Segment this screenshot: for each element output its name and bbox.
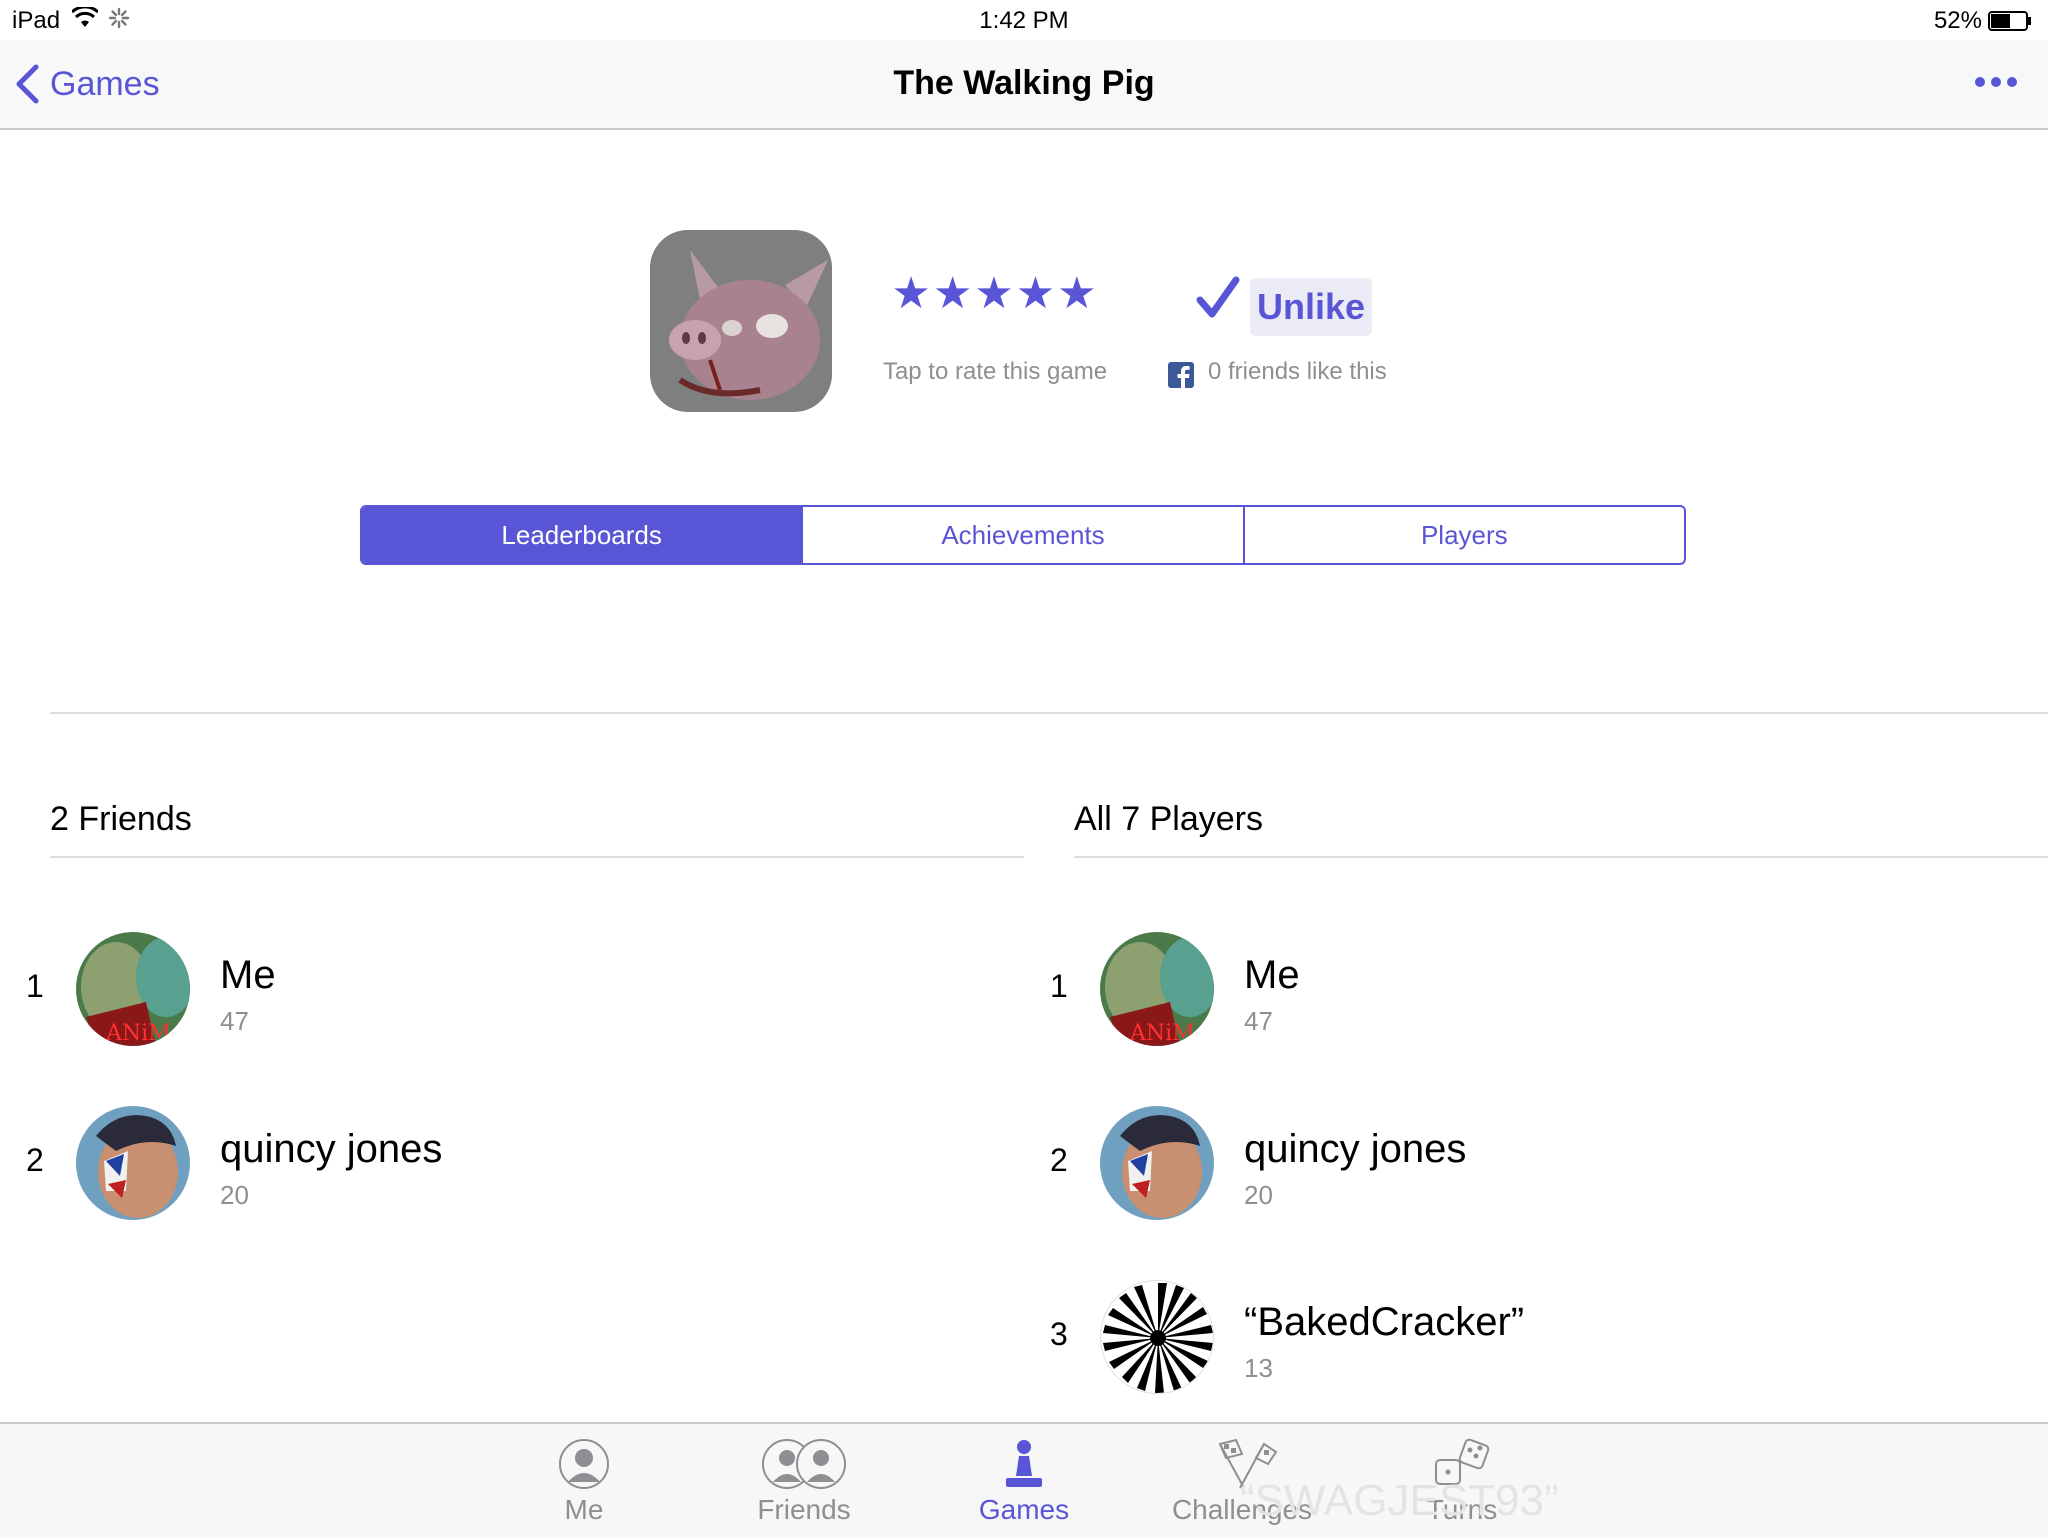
battery-icon: [1988, 11, 2031, 31]
rank-number: 1: [26, 968, 44, 1004]
status-bar: iPad 1:42 PM 52%: [0, 0, 2048, 40]
tab-label: Games: [978, 1494, 1070, 1525]
player-name: Me: [1244, 953, 1300, 997]
avatar[interactable]: [1100, 1106, 1214, 1220]
battery-percent: 52%: [1933, 7, 1982, 34]
rank-number: 1: [1050, 968, 1068, 1004]
friends-like-count: 0 friends like this: [1208, 358, 1387, 385]
segment-achievements[interactable]: Achievements: [801, 507, 1242, 563]
game-icon: [650, 230, 832, 412]
tab-friends[interactable]: Friends: [714, 1438, 894, 1526]
svg-text:ANiM: ANiM: [105, 1021, 171, 1046]
segment-leaderboards[interactable]: Leaderboards: [362, 507, 802, 563]
rate-hint-label: Tap to rate this game: [882, 358, 1108, 385]
segment-players[interactable]: Players: [1242, 507, 1684, 563]
rank-number: 3: [1050, 1316, 1068, 1352]
tab-label: Me: [564, 1494, 604, 1525]
status-time: 1:42 PM: [979, 7, 1069, 34]
avatar[interactable]: ANiM: [76, 932, 190, 1046]
rank-number: 2: [26, 1142, 44, 1178]
person-icon: [559, 1439, 609, 1489]
player-name: quincy jones: [1244, 1127, 1467, 1171]
player-name: Me: [220, 953, 276, 997]
friends-header-divider: [50, 856, 1024, 858]
svg-text:ANiM: ANiM: [1129, 1021, 1195, 1046]
section-segmented-control: Leaderboards Achievements Players: [360, 505, 1686, 565]
section-divider: [50, 712, 2048, 714]
all-players-leaderboard-title: All 7 Players: [1074, 800, 1263, 838]
player-score: 20: [220, 1180, 249, 1210]
avatar[interactable]: ANiM: [1100, 932, 1214, 1046]
rating-stars[interactable]: ★★★★★: [870, 268, 1120, 319]
friends-icon: [762, 1439, 846, 1489]
friends-leaderboard-title: 2 Friends: [50, 800, 192, 838]
checkmark-icon: [1196, 276, 1240, 318]
avatar[interactable]: [76, 1106, 190, 1220]
player-score: 13: [1244, 1353, 1273, 1383]
player-score: 47: [1244, 1006, 1273, 1036]
unlike-button[interactable]: Unlike: [1250, 278, 1372, 336]
facebook-icon: [1168, 362, 1194, 388]
rank-number: 2: [1050, 1142, 1068, 1178]
tab-games[interactable]: Games: [934, 1438, 1114, 1526]
avatar[interactable]: [1100, 1280, 1214, 1394]
page-title: The Walking Pig: [893, 64, 1155, 102]
player-score: 47: [220, 1006, 249, 1036]
more-options-icon[interactable]: [1974, 74, 2018, 90]
player-score: 20: [1244, 1180, 1273, 1210]
navigation-bar: Games The Walking Pig: [0, 40, 2048, 130]
tab-label: Friends: [757, 1494, 851, 1525]
pawn-icon: [1006, 1440, 1042, 1487]
player-name: “BakedCracker”: [1244, 1300, 1525, 1344]
tab-me[interactable]: Me: [494, 1438, 674, 1526]
background-ghost-text: “SWAGJEST93”: [1240, 1476, 1559, 1525]
tab-bar: Me Friends Games Challenges Turns: [0, 1422, 2048, 1538]
all-players-header-divider: [1074, 856, 2048, 858]
player-name: quincy jones: [220, 1127, 443, 1171]
